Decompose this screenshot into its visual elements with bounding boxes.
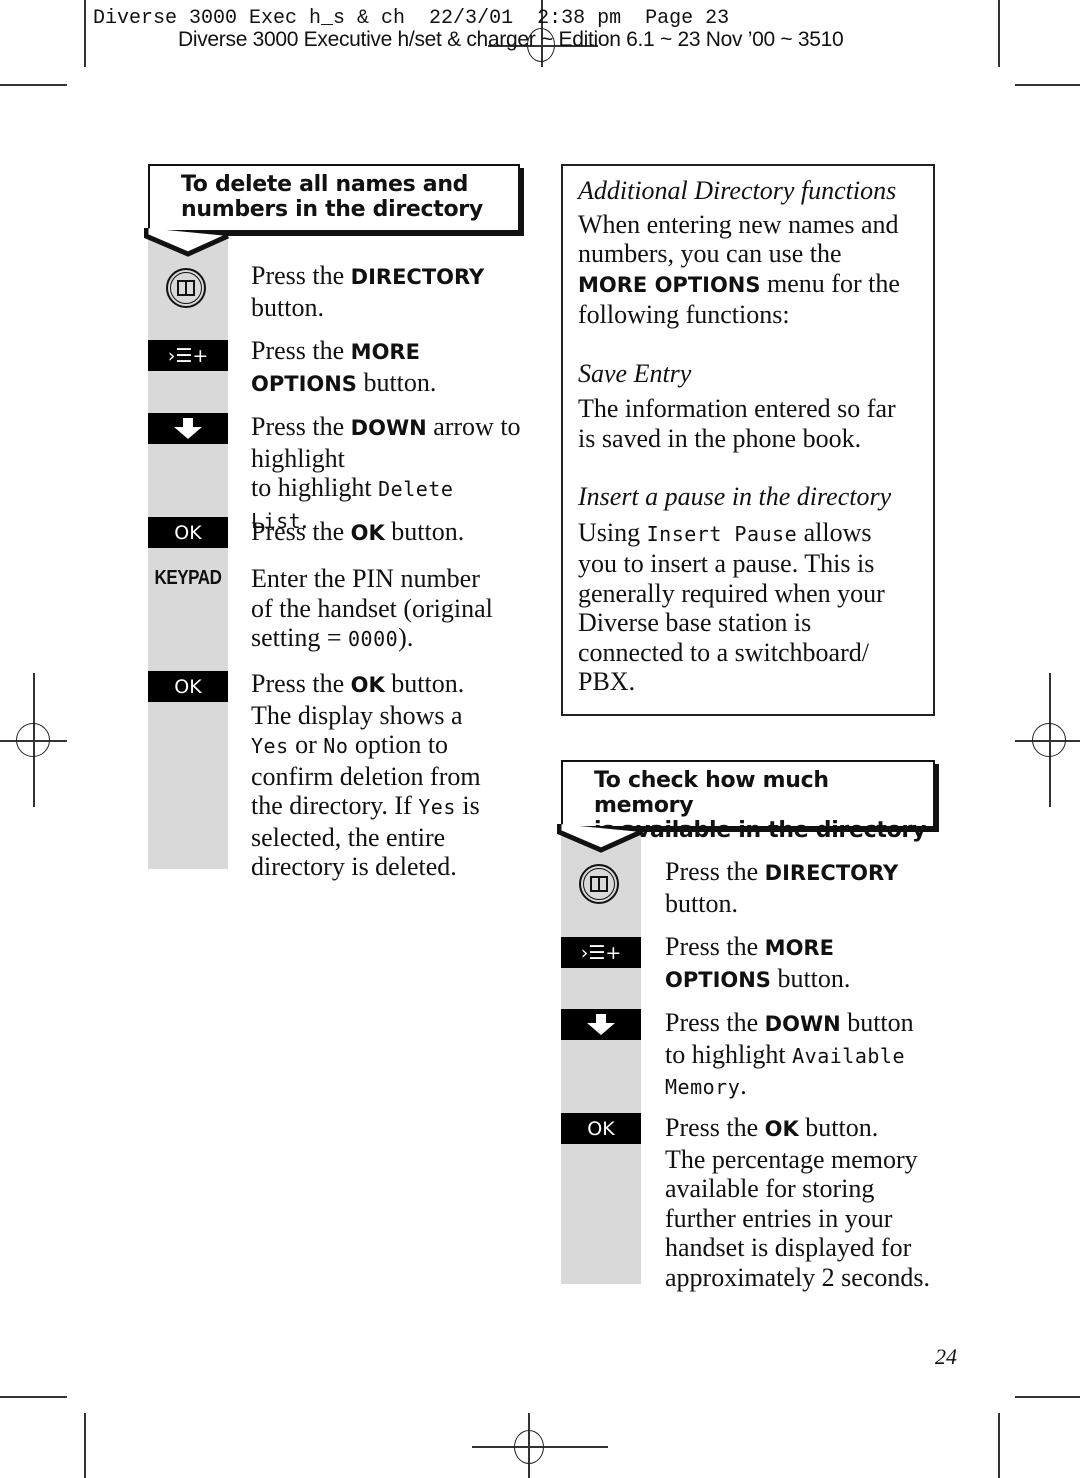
key-rail [148, 232, 228, 869]
insert-pause-text: Using Insert Pause allows you to insert a… [578, 517, 885, 697]
keypad-label: KEYPAD [154, 567, 222, 589]
more-options-button-icon: ›☰+ [561, 937, 641, 968]
directory-button-icon [579, 864, 619, 904]
step-1: Press the DIRECTORY button. [665, 857, 899, 918]
section-title-line1: To check how much memory [594, 768, 829, 818]
directory-button-icon [166, 268, 206, 308]
callout-pointer [557, 824, 643, 853]
insert-pause-heading: Insert a pause in the directory [578, 482, 892, 511]
step-3: Press the DOWN button to highlight Avail… [665, 1008, 914, 1100]
step-4: Press the OK button. The percentage memo… [665, 1113, 930, 1292]
box-intro: When entering new names and numbers, you … [578, 209, 900, 330]
ok-button-icon: OK [561, 1113, 641, 1144]
down-arrow-button-icon [148, 413, 228, 444]
section-title-callout: To delete all names and numbers in the d… [148, 164, 520, 232]
page-number: 24 [935, 1344, 957, 1369]
ok-button-icon: OK [148, 517, 228, 548]
ok-button-icon: OK [148, 671, 228, 702]
crop-mark [998, 0, 1000, 67]
print-slug-line2: Diverse 3000 Executive h/set & charger ~… [178, 28, 844, 51]
step-1: Press the DIRECTORY button. [251, 261, 485, 322]
crop-mark [1015, 84, 1080, 86]
down-arrow-button-icon [561, 1009, 641, 1040]
step-2: Press the MORE OPTIONS button. [251, 336, 437, 397]
step-5: Enter the PIN number of the handset (orig… [251, 564, 493, 652]
section-title-callout: To check how much memory is available in… [561, 760, 935, 843]
save-entry-text: The information entered so far is saved i… [578, 394, 896, 453]
callout-pointer [144, 228, 230, 257]
save-entry-heading: Save Entry [578, 358, 692, 388]
step-4: Press the OK button. [251, 517, 465, 546]
additional-functions-box: Additional Directory functions When ente… [561, 164, 935, 716]
crop-mark [84, 1413, 86, 1478]
step-2: Press the MORE OPTIONS button. [665, 932, 851, 993]
crop-mark [0, 84, 67, 86]
box-heading: Additional Directory functions [578, 176, 897, 205]
print-slug-line1: Diverse 3000 Exec h_s & ch 22/3/01 2:38 … [93, 7, 730, 30]
section-title-line2: numbers in the directory [181, 197, 483, 222]
crop-mark [0, 1396, 67, 1398]
crop-mark [84, 0, 86, 67]
crop-mark [998, 1413, 1000, 1478]
section-title-line1: To delete all names and [181, 172, 469, 197]
step-6: Press the OK button. The display shows a… [251, 669, 481, 881]
more-options-button-icon: ›☰+ [148, 340, 228, 371]
crop-mark [1015, 1396, 1080, 1398]
